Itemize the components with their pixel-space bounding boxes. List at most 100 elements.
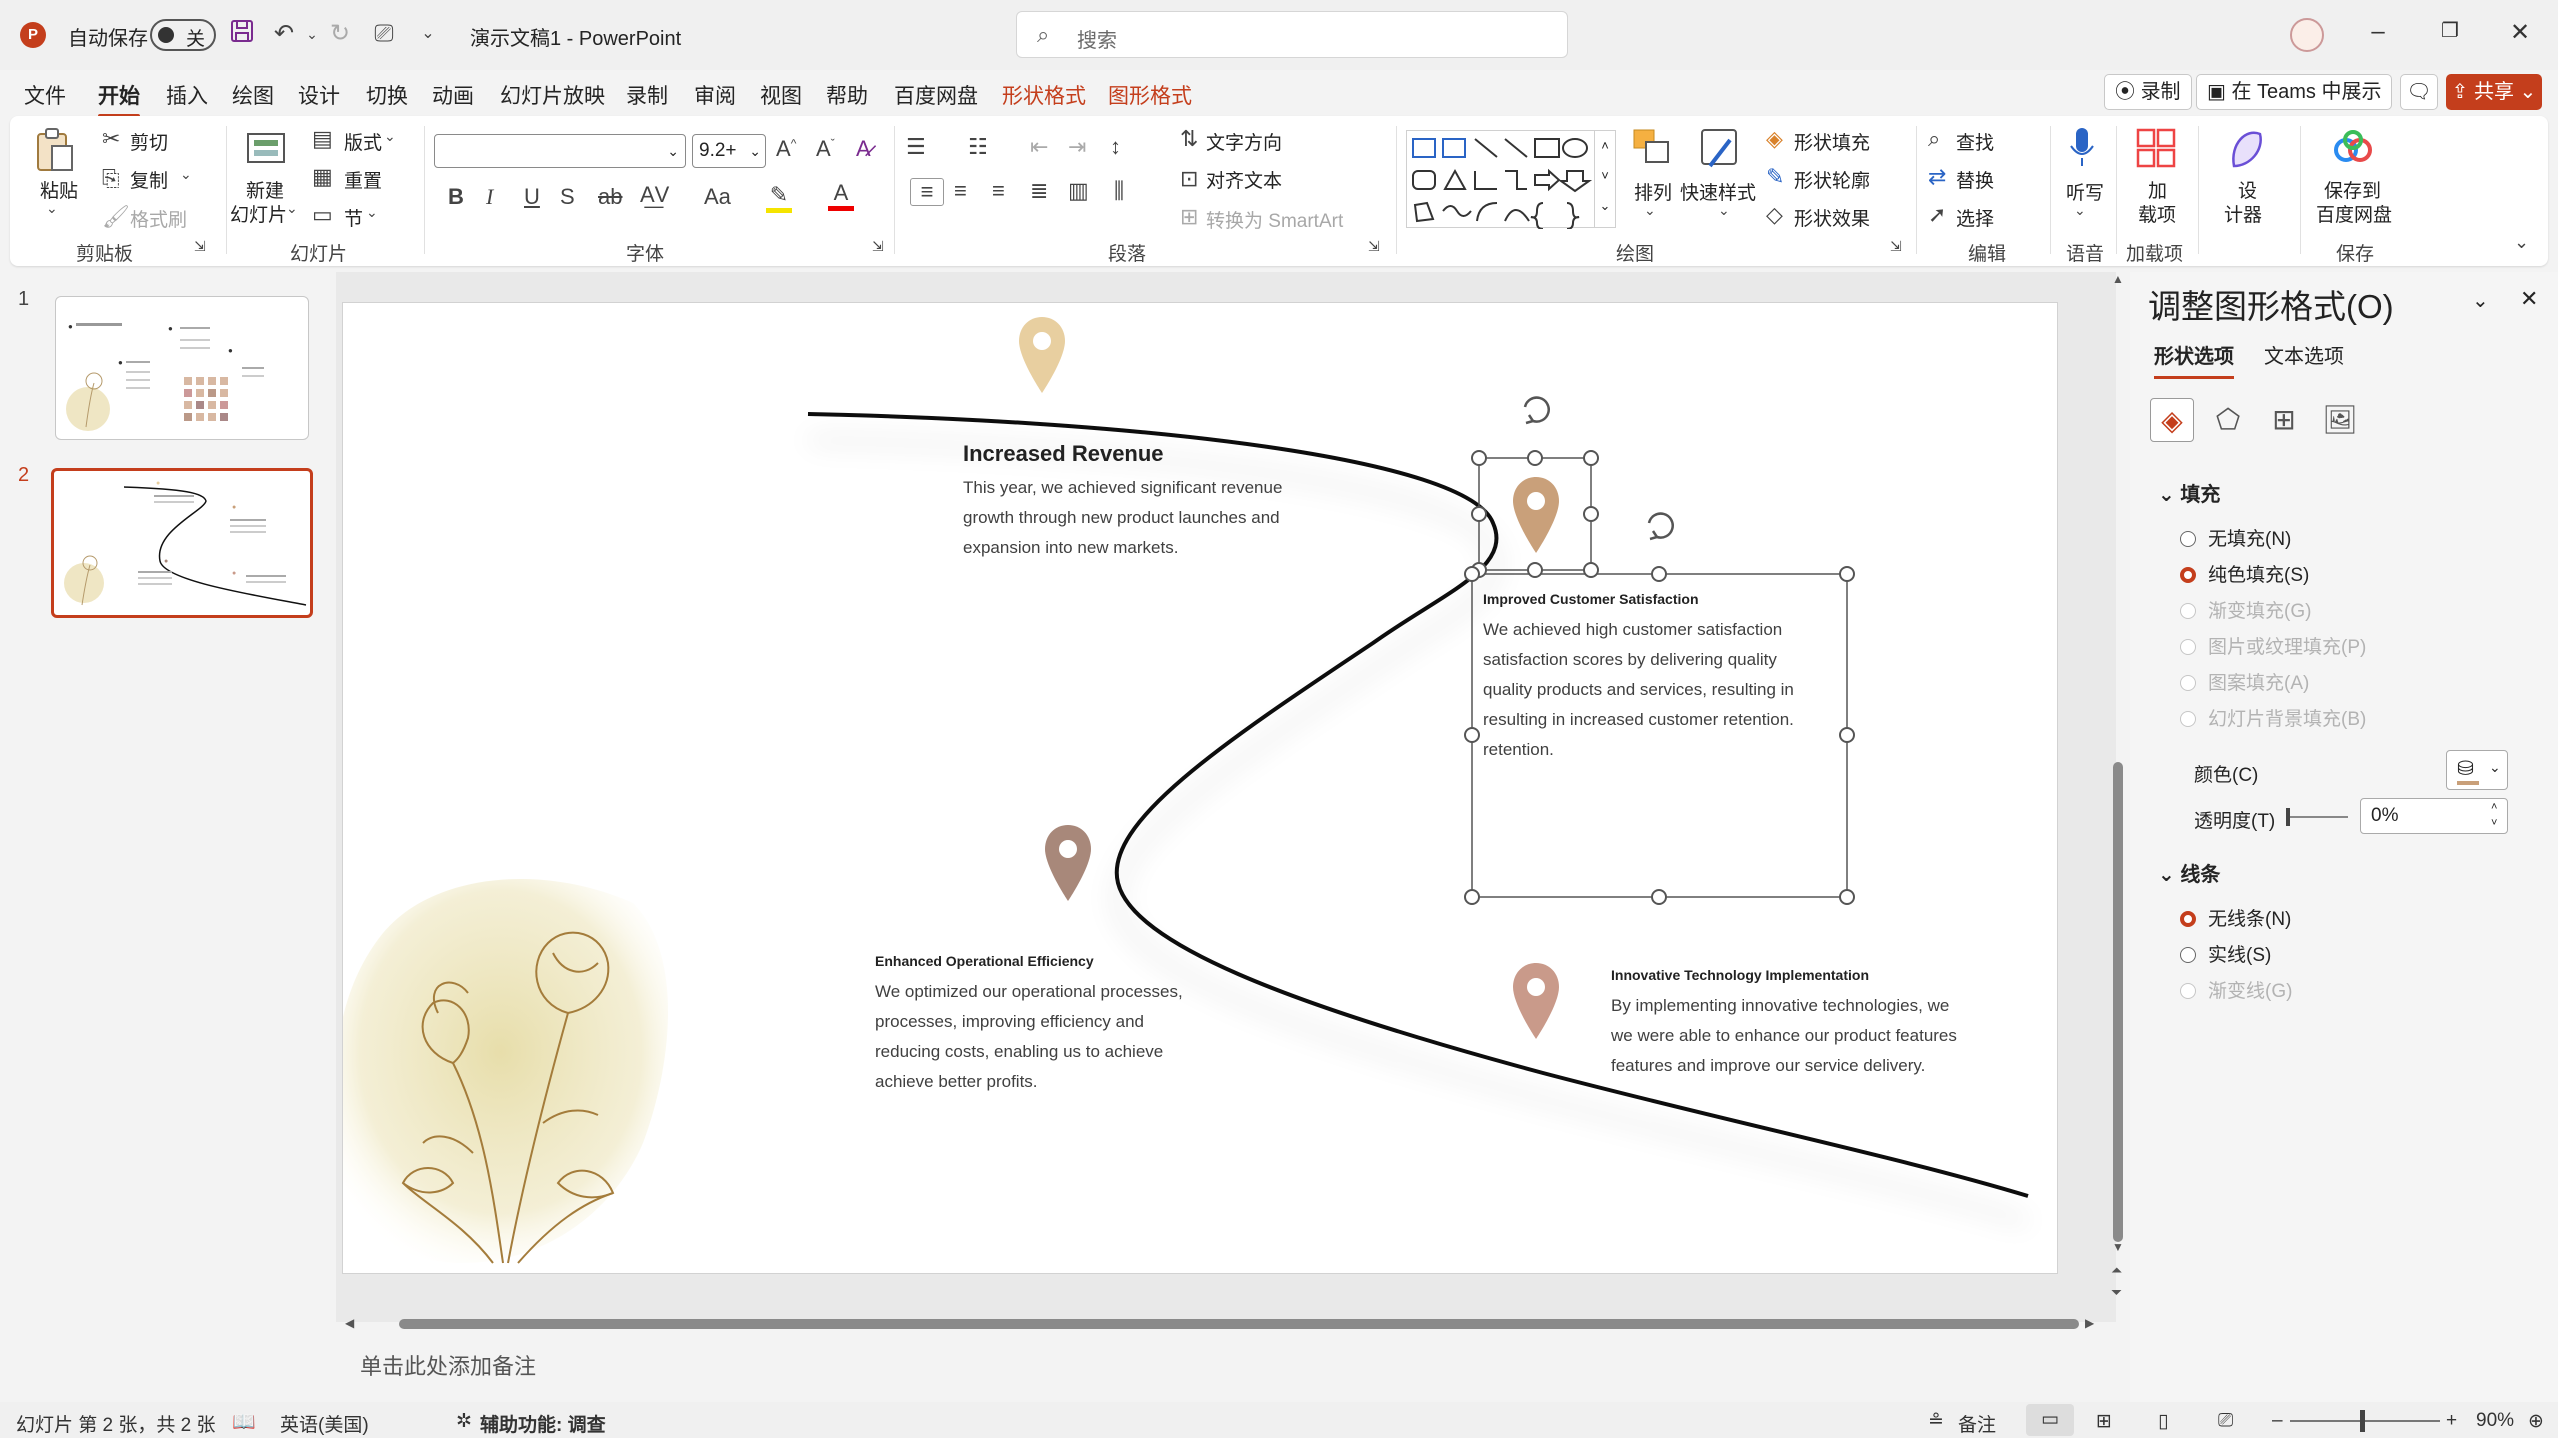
- drawing-launcher-icon[interactable]: ⇲: [1890, 238, 1902, 255]
- copy-icon[interactable]: ⎘: [102, 166, 120, 192]
- character-spacing-icon[interactable]: A͟V: [640, 182, 669, 208]
- radio-no-line[interactable]: 无线条(N): [2180, 904, 2291, 931]
- line-section-header[interactable]: ⌄ 线条: [2158, 858, 2220, 887]
- quick-styles-icon[interactable]: [1696, 126, 1744, 174]
- accessibility-status[interactable]: 辅助功能: 调查: [480, 1410, 606, 1437]
- slide-thumbnail-2[interactable]: ● ● ● ●: [51, 468, 313, 618]
- increase-indent-icon[interactable]: ⇥: [1068, 134, 1086, 160]
- fill-line-icon[interactable]: ◈: [2150, 398, 2194, 442]
- find-icon[interactable]: ⌕: [1928, 126, 1940, 152]
- align-left-icon[interactable]: ≡: [910, 178, 944, 206]
- tab-baidu-netdisk[interactable]: 百度网盘: [894, 80, 978, 110]
- scroll-up-icon[interactable]: ▲: [2112, 272, 2124, 286]
- justify-icon[interactable]: ≣: [1030, 178, 1048, 204]
- zoom-slider-thumb[interactable]: [2360, 1410, 2365, 1432]
- slider-thumb[interactable]: [2286, 808, 2290, 826]
- align-text-label[interactable]: 对齐文本: [1206, 166, 1282, 193]
- reset-label[interactable]: 重置: [344, 166, 382, 193]
- increase-font-icon[interactable]: A^: [776, 136, 796, 162]
- restore-icon[interactable]: ❐: [2430, 18, 2470, 52]
- slide-thumbnail-1[interactable]: ● ● ● ●: [55, 296, 309, 440]
- zoom-in-icon[interactable]: +: [2446, 1410, 2457, 1432]
- change-case-icon[interactable]: Aa: [704, 184, 731, 210]
- decrease-indent-icon[interactable]: ⇤: [1030, 134, 1048, 160]
- format-painter-icon[interactable]: 🖌: [102, 204, 130, 230]
- zoom-slider[interactable]: [2290, 1410, 2440, 1432]
- present-from-start-icon[interactable]: ⎚: [368, 18, 400, 50]
- map-pin-icon[interactable]: [1511, 961, 1561, 1043]
- spelling-icon[interactable]: 📖: [232, 1410, 256, 1434]
- font-color-icon[interactable]: A: [828, 180, 854, 211]
- transparency-slider[interactable]: [2286, 808, 2348, 826]
- paste-dropdown-icon[interactable]: ⌄: [46, 200, 58, 217]
- highlight-icon[interactable]: ✎: [766, 182, 792, 213]
- shape-effects-label[interactable]: 形状效果: [1794, 204, 1870, 231]
- paragraph-launcher-icon[interactable]: ⇲: [1368, 238, 1380, 255]
- tab-graphic-format[interactable]: 图形格式: [1108, 80, 1192, 110]
- radio-solid-line[interactable]: 实线(S): [2180, 940, 2271, 967]
- tab-design[interactable]: 设计: [298, 80, 340, 110]
- tab-animations[interactable]: 动画: [432, 80, 474, 110]
- align-text-icon[interactable]: ⊡: [1180, 166, 1198, 192]
- save-to-label-1[interactable]: 保存到: [2324, 176, 2381, 203]
- scroll-down-icon[interactable]: ▼: [2112, 1240, 2124, 1254]
- designer-label-1[interactable]: 设: [2238, 176, 2257, 203]
- new-slide-label-2[interactable]: 幻灯片: [230, 200, 287, 227]
- paste-label[interactable]: 粘贴: [40, 176, 78, 203]
- font-size-box[interactable]: 9.2+ ⌄: [692, 134, 766, 168]
- milestone-text-1[interactable]: Increased Revenue This year, we achieved…: [963, 441, 1343, 563]
- vertical-scrollbar[interactable]: ▲ ▼ ⏶ ⏷: [2106, 272, 2130, 1322]
- tab-record[interactable]: 录制: [626, 80, 668, 110]
- comments-button[interactable]: 🗨: [2400, 74, 2438, 110]
- tab-file[interactable]: 文件: [24, 80, 66, 110]
- layout-icon[interactable]: ▤: [312, 126, 333, 152]
- radio-gradient-fill[interactable]: 渐变填充(G): [2180, 596, 2311, 623]
- close-window-icon[interactable]: ✕: [2500, 18, 2540, 52]
- spinner-icon[interactable]: ˄ ˅: [2491, 799, 2497, 831]
- map-pin-icon[interactable]: [1043, 823, 1093, 905]
- radio-picture-fill[interactable]: 图片或纹理填充(P): [2180, 632, 2366, 659]
- present-in-teams-button[interactable]: ▣ 在 Teams 中展示: [2196, 74, 2393, 110]
- slide-canvas[interactable]: Increased Revenue This year, we achieved…: [343, 303, 2057, 1273]
- scroll-left-icon[interactable]: ◀: [345, 1316, 354, 1330]
- tab-draw[interactable]: 绘图: [232, 80, 274, 110]
- quick-styles-dropdown-icon[interactable]: ⌄: [1718, 202, 1730, 219]
- normal-view-icon[interactable]: ▭: [2026, 1404, 2074, 1436]
- search-box[interactable]: ⌕ 搜索: [1016, 11, 1568, 58]
- autosave-toggle[interactable]: 关: [150, 19, 216, 51]
- dictate-dropdown-icon[interactable]: ⌄: [2074, 202, 2086, 219]
- new-slide-dropdown-icon[interactable]: ⌄: [286, 200, 298, 217]
- accessibility-icon[interactable]: ✲: [456, 1410, 472, 1433]
- bold-icon[interactable]: B: [448, 184, 464, 210]
- notes-toggle[interactable]: 备注: [1958, 1410, 1996, 1437]
- milestone-text-3[interactable]: Enhanced Operational Efficiency We optim…: [875, 953, 1245, 1097]
- map-pin-icon[interactable]: [1017, 315, 1067, 397]
- microphone-icon[interactable]: [2066, 124, 2098, 174]
- record-button[interactable]: ⦿ 录制: [2104, 74, 2192, 110]
- slide-sorter-icon[interactable]: ⊞: [2096, 1410, 2112, 1433]
- font-size-dropdown-icon[interactable]: ⌄: [749, 135, 761, 167]
- decrease-font-icon[interactable]: Aˇ: [816, 136, 835, 162]
- section-icon[interactable]: ▭: [312, 202, 333, 228]
- align-right-icon[interactable]: ≡: [992, 178, 1005, 204]
- replace-label[interactable]: 替换: [1956, 166, 1994, 193]
- designer-icon[interactable]: [2226, 126, 2266, 172]
- layout-label[interactable]: 版式: [344, 128, 382, 155]
- bullets-icon[interactable]: ☰: [906, 134, 926, 160]
- effects-icon[interactable]: ⬠: [2206, 398, 2250, 442]
- color-picker-button[interactable]: ⛁ ⌄: [2446, 750, 2508, 790]
- size-properties-icon[interactable]: ⊞: [2262, 398, 2306, 442]
- font-name-dropdown-icon[interactable]: ⌄: [667, 135, 679, 167]
- cut-label[interactable]: 剪切: [130, 128, 168, 155]
- new-slide-label-1[interactable]: 新建: [246, 176, 284, 203]
- tab-slideshow[interactable]: 幻灯片放映: [500, 80, 605, 110]
- strikethrough-icon[interactable]: ab: [598, 184, 622, 210]
- clear-formatting-icon[interactable]: A̷: [856, 136, 871, 162]
- tab-insert[interactable]: 插入: [166, 80, 208, 110]
- clipboard-launcher-icon[interactable]: ⇲: [194, 238, 206, 255]
- horizontal-scroll-thumb[interactable]: [399, 1319, 2079, 1329]
- radio-pattern-fill[interactable]: 图案填充(A): [2180, 668, 2309, 695]
- close-pane-icon[interactable]: ✕: [2520, 286, 2538, 312]
- shape-fill-label[interactable]: 形状填充: [1794, 128, 1870, 155]
- smartart-icon[interactable]: ⊞: [1180, 204, 1198, 230]
